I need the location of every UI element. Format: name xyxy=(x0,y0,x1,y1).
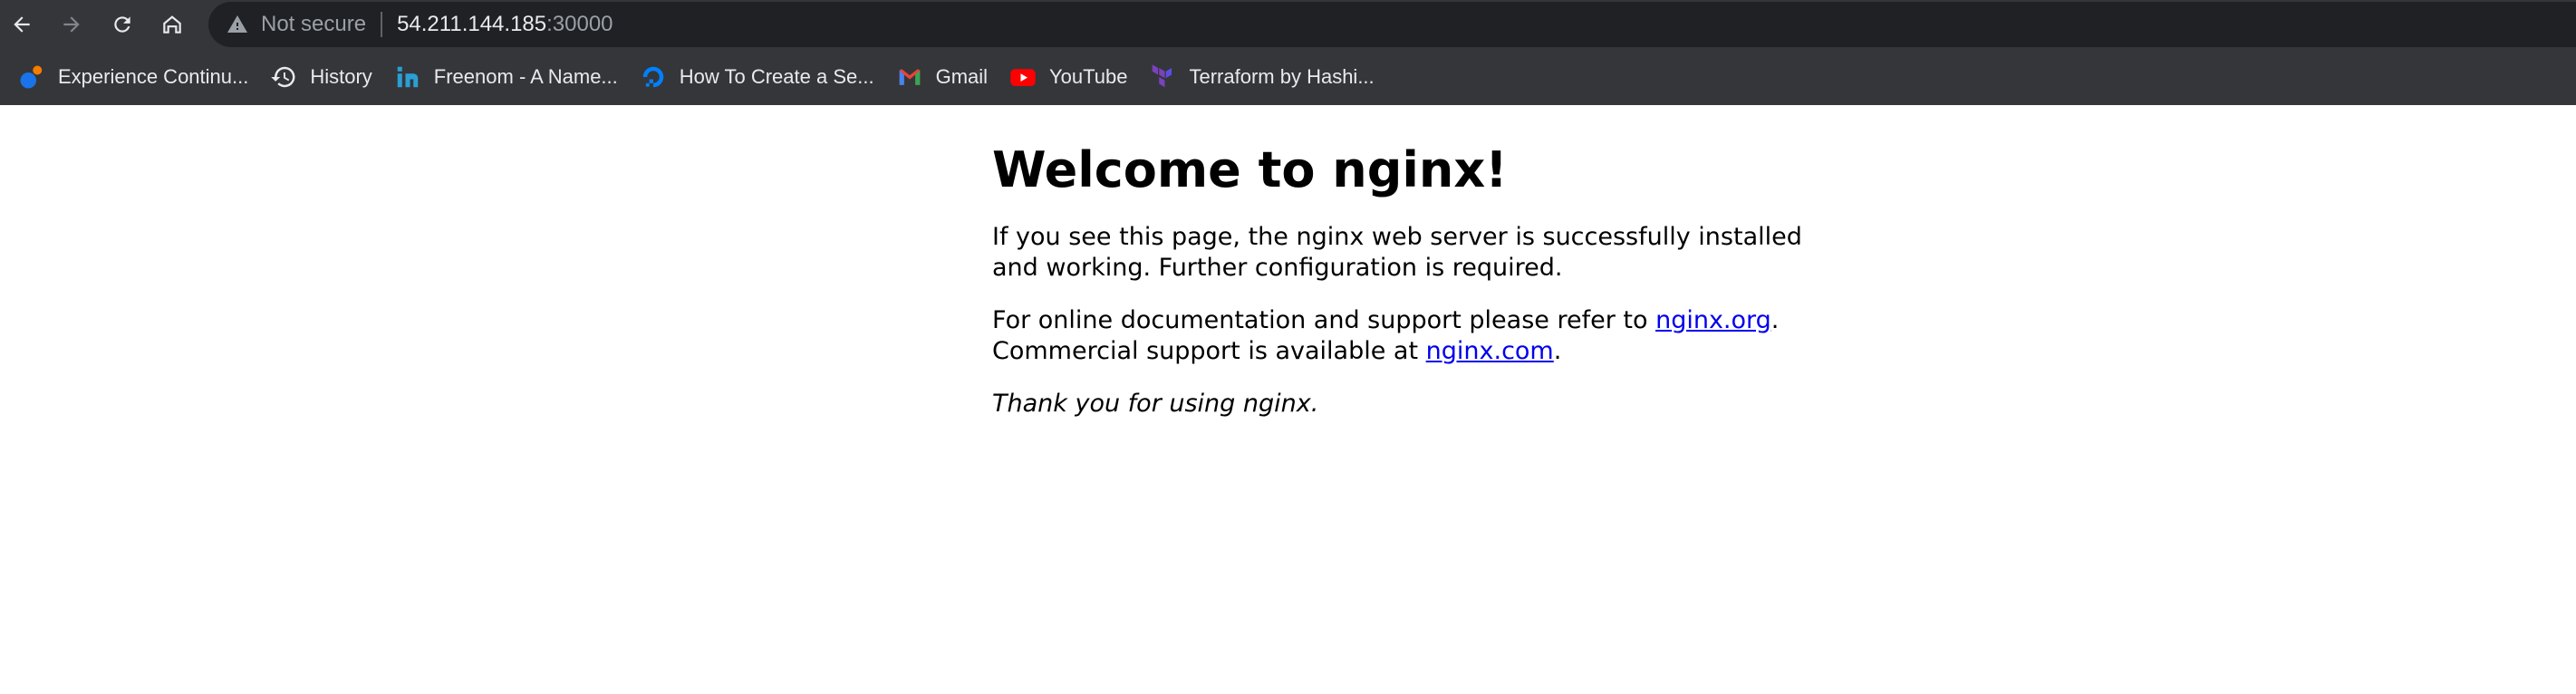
experience-icon xyxy=(18,63,45,91)
commercial-text: Commercial support is available at xyxy=(992,336,1426,365)
bookmark-digitalocean[interactable]: How To Create a Se... xyxy=(629,57,885,97)
history-icon xyxy=(270,63,297,91)
forward-button[interactable] xyxy=(55,8,88,41)
bookmark-label: Gmail xyxy=(935,64,989,88)
digitalocean-icon xyxy=(640,63,667,91)
arrow-left-icon xyxy=(14,16,30,33)
bookmark-youtube[interactable]: YouTube xyxy=(999,57,1138,97)
warning-icon xyxy=(227,15,247,33)
bookmark-gmail[interactable]: Gmail xyxy=(885,57,999,97)
reload-button[interactable] xyxy=(106,8,139,41)
security-label[interactable]: Not secure xyxy=(261,12,366,37)
back-button[interactable] xyxy=(5,8,38,41)
home-icon xyxy=(163,15,181,34)
url-host[interactable]: 54.211.144.185 xyxy=(397,12,546,37)
address-separator xyxy=(381,12,383,37)
bookmark-label: Terraform by Hashi... xyxy=(1189,64,1375,88)
gmail-icon xyxy=(896,63,923,91)
thanks-paragraph: Thank you for using nginx. xyxy=(992,389,1808,419)
youtube-icon xyxy=(1009,63,1037,91)
browser-toolbar: Not secure 54.211.144.185:30000 xyxy=(0,0,2576,48)
intro-paragraph: If you see this page, the nginx web serv… xyxy=(992,222,1802,282)
support-paragraph: For online documentation and support ple… xyxy=(992,305,1808,367)
bookmarks-bar: Experience Continu... History Freenom - … xyxy=(0,48,2576,105)
reload-icon xyxy=(114,16,130,33)
bookmark-label: Freenom - A Name... xyxy=(433,64,618,88)
bookmark-label: Experience Continu... xyxy=(58,64,249,88)
bookmark-label: How To Create a Se... xyxy=(679,64,874,88)
bookmark-experience[interactable]: Experience Continu... xyxy=(7,57,259,97)
thanks-text: Thank you for using nginx. xyxy=(992,389,1319,418)
page-title: Welcome to nginx! xyxy=(992,141,1508,198)
bookmark-terraform[interactable]: Terraform by Hashi... xyxy=(1138,57,1384,97)
commercial-period: . xyxy=(1553,336,1562,365)
url-port[interactable]: :30000 xyxy=(546,12,613,37)
bookmark-label: History xyxy=(310,64,372,88)
bookmark-history[interactable]: History xyxy=(259,57,382,97)
address-bar[interactable]: Not secure 54.211.144.185:30000 xyxy=(208,2,2576,47)
freenom-icon xyxy=(394,63,421,91)
page-content: Welcome to nginx! If you see this page, … xyxy=(992,105,1808,419)
arrow-right-icon xyxy=(63,16,80,33)
bookmark-label: YouTube xyxy=(1049,64,1128,88)
terraform-icon xyxy=(1149,63,1176,91)
support-period: . xyxy=(1770,305,1780,334)
bookmark-freenom[interactable]: Freenom - A Name... xyxy=(383,57,629,97)
support-text: For online documentation and support ple… xyxy=(992,305,1656,334)
nginx-com-link[interactable]: nginx.com xyxy=(1426,337,1554,365)
home-button[interactable] xyxy=(156,8,188,41)
nginx-org-link[interactable]: nginx.org xyxy=(1655,306,1771,334)
